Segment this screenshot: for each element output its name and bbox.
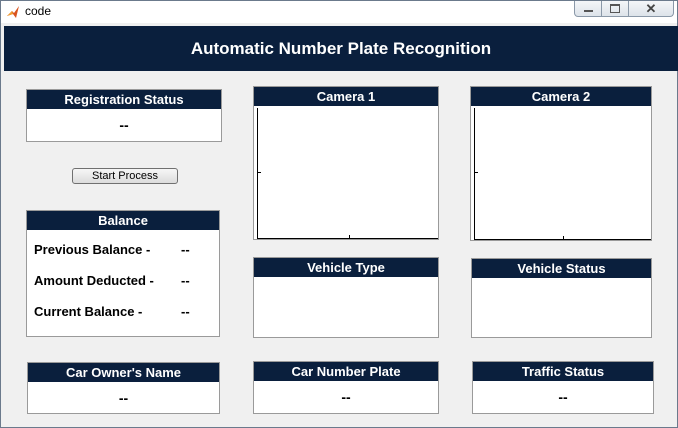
maximize-icon: [610, 4, 620, 13]
traffic-status-label: Traffic Status: [521, 364, 605, 379]
car-number-plate-value: --: [341, 389, 351, 405]
panel-header: Vehicle Status: [472, 259, 651, 278]
balance-panel: Balance Previous Balance - -- Amount Ded…: [26, 210, 220, 337]
registration-status-value: --: [119, 117, 129, 133]
current-balance-label: Current Balance -: [34, 304, 143, 319]
previous-balance-label: Previous Balance -: [34, 242, 151, 257]
current-balance-value: --: [181, 304, 190, 319]
vehicle-status-label: Vehicle Status: [517, 261, 606, 276]
panel-header: Balance: [27, 211, 219, 230]
panel-header: Registration Status: [27, 90, 221, 109]
close-icon: ✕: [645, 0, 657, 16]
maximize-button[interactable]: [601, 1, 629, 17]
axis-tick: [475, 172, 478, 173]
amount-deducted-value: --: [181, 273, 190, 288]
camera-1-label: Camera 1: [316, 89, 376, 104]
panel-header: Car Owner's Name: [28, 363, 219, 382]
app-header: Automatic Number Plate Recognition: [4, 26, 678, 71]
panel-header: Car Number Plate: [254, 362, 438, 381]
page-title: Automatic Number Plate Recognition: [190, 38, 492, 58]
car-owner-panel: Car Owner's Name --: [27, 362, 220, 414]
axis-tick: [563, 236, 564, 239]
panel-header: Vehicle Type: [254, 258, 438, 277]
camera-2-label: Camera 2: [531, 89, 591, 104]
minimize-button[interactable]: [574, 1, 602, 17]
panel-header: Camera 1: [254, 87, 438, 106]
window-title: code: [25, 4, 52, 18]
vehicle-status-panel: Vehicle Status: [471, 258, 652, 338]
panel-header: Camera 2: [471, 87, 651, 106]
app-window: code ✕ Automatic Number Plate Recognitio…: [0, 0, 678, 428]
previous-balance-value: --: [181, 242, 190, 257]
matlab-icon: [7, 6, 19, 18]
car-number-plate-panel: Car Number Plate --: [253, 361, 439, 414]
camera-1-axes: [257, 108, 438, 239]
start-process-button[interactable]: Start Process: [72, 168, 178, 184]
registration-status-label: Registration Status: [64, 92, 184, 107]
car-number-plate-label: Car Number Plate: [291, 364, 401, 379]
car-owner-value: --: [118, 390, 129, 406]
vehicle-type-panel: Vehicle Type: [253, 257, 439, 338]
balance-label: Balance: [98, 213, 148, 228]
amount-deducted-label: Amount Deducted -: [34, 273, 154, 288]
traffic-status-panel: Traffic Status --: [472, 361, 654, 414]
camera-2-axes: [474, 108, 651, 240]
close-button[interactable]: ✕: [628, 1, 674, 17]
traffic-status-value: --: [558, 389, 568, 405]
camera-2-panel: Camera 2: [470, 86, 652, 241]
axis-tick: [349, 235, 350, 238]
minimize-icon: [583, 10, 593, 12]
title-bar[interactable]: code ✕: [1, 1, 677, 23]
registration-status-panel: Registration Status --: [26, 89, 222, 142]
vehicle-type-label: Vehicle Type: [307, 260, 385, 275]
car-owner-label: Car Owner's Name: [65, 365, 182, 380]
camera-1-panel: Camera 1: [253, 86, 439, 240]
axis-tick: [258, 172, 261, 173]
panel-header: Traffic Status: [473, 362, 653, 381]
